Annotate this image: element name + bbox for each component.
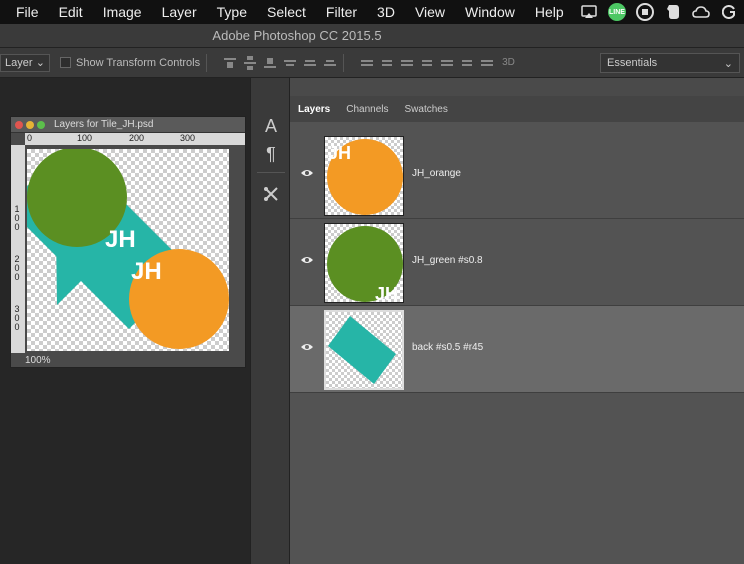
- window-titlebar: Adobe Photoshop CC 2015.5: [0, 24, 744, 48]
- menu-select[interactable]: Select: [257, 4, 316, 20]
- menu-filter[interactable]: Filter: [316, 4, 367, 20]
- thumbnail-monogram: JH: [328, 143, 351, 163]
- ruler-label: 300: [14, 304, 20, 332]
- ruler-label: 300: [180, 133, 196, 143]
- options-bar: Layer ⌄ Show Transform Controls 3D Essen…: [0, 48, 744, 78]
- orange-monogram: JH: [131, 258, 162, 285]
- menu-edit[interactable]: Edit: [49, 4, 93, 20]
- distribute-hcenter-icon[interactable]: [440, 56, 454, 70]
- document-titlebar[interactable]: Layers for Tile_JH.psd: [11, 117, 245, 133]
- menu-3d[interactable]: 3D: [367, 4, 405, 20]
- artwork: JH JH: [27, 149, 229, 349]
- document-window[interactable]: Layers for Tile_JH.psd 0 100 200 300 100…: [10, 116, 246, 368]
- zoom-level[interactable]: 100%: [25, 355, 51, 366]
- show-transform-checkbox[interactable]: [60, 57, 71, 68]
- workspace-value: Essentials: [607, 57, 658, 69]
- tab-layers[interactable]: Layers: [290, 104, 338, 115]
- menu-layer[interactable]: Layer: [152, 4, 207, 20]
- align-hcenter-icon[interactable]: [303, 56, 317, 70]
- ruler-label: 200: [14, 254, 20, 282]
- layer-thumbnail: JH: [324, 223, 404, 303]
- panel-tool-strip: A ¶: [250, 78, 290, 564]
- ruler-label: 200: [129, 133, 145, 143]
- layer-row[interactable]: JH JH_green #s0.8: [290, 219, 744, 306]
- tool-presets-icon[interactable]: [259, 182, 283, 206]
- chevron-down-icon: ⌄: [723, 57, 733, 70]
- ruler-label: 100: [14, 204, 20, 232]
- horizontal-ruler[interactable]: 0 100 200 300: [25, 133, 245, 145]
- menu-view[interactable]: View: [405, 4, 455, 20]
- document-canvas[interactable]: JH JH: [27, 149, 229, 351]
- minimize-icon[interactable]: [26, 120, 34, 129]
- auto-align-icon[interactable]: [480, 56, 494, 70]
- align-right-icon[interactable]: [323, 56, 337, 70]
- auto-select-dropdown[interactable]: Layer ⌄: [0, 53, 50, 72]
- align-top-icon[interactable]: [223, 56, 237, 70]
- menu-bar: File Edit Image Layer Type Select Filter…: [0, 0, 744, 24]
- close-icon[interactable]: [15, 120, 23, 129]
- divider: [206, 53, 208, 72]
- creative-cloud-icon[interactable]: [692, 3, 710, 21]
- menu-file[interactable]: File: [0, 4, 49, 20]
- ruler-label: 100: [77, 133, 93, 143]
- layer-row-selected[interactable]: back #s0.5 #r45: [290, 306, 744, 393]
- menu-help[interactable]: Help: [525, 4, 574, 20]
- distribute-right-icon[interactable]: [460, 56, 474, 70]
- green-monogram: JH: [105, 226, 136, 253]
- mode-3d-label: 3D: [502, 57, 515, 68]
- photoshop-screen: File Edit Image Layer Type Select Filter…: [0, 0, 744, 564]
- divider: [343, 53, 345, 72]
- layer-row[interactable]: JH JH_orange: [290, 132, 744, 219]
- cast-icon[interactable]: [580, 3, 598, 21]
- menu-type[interactable]: Type: [207, 4, 257, 20]
- layer-name[interactable]: back #s0.5 #r45: [412, 342, 483, 353]
- tab-swatches[interactable]: Swatches: [397, 104, 456, 115]
- g-icon[interactable]: [720, 3, 738, 21]
- evernote-icon[interactable]: [664, 3, 682, 21]
- layer-name[interactable]: JH_orange: [412, 168, 461, 179]
- visibility-eye-icon[interactable]: [300, 255, 314, 265]
- chevron-down-icon: ⌄: [35, 57, 45, 69]
- document-title: Layers for Tile_JH.psd: [54, 119, 154, 130]
- workspace-dropdown[interactable]: Essentials ⌄: [600, 53, 740, 73]
- align-left-icon[interactable]: [283, 56, 297, 70]
- panel-tab-bar: Layers Channels Swatches: [290, 78, 744, 122]
- distribute-vcenter-icon[interactable]: [380, 56, 394, 70]
- thumbnail-monogram: JH: [375, 284, 398, 303]
- layer-name[interactable]: JH_green #s0.8: [412, 255, 483, 266]
- distribute-bottom-icon[interactable]: [400, 56, 414, 70]
- distribute-left-icon[interactable]: [420, 56, 434, 70]
- ruler-label: 0: [27, 133, 33, 143]
- layer-thumbnail: JH: [324, 136, 404, 216]
- divider: [257, 172, 285, 173]
- align-buttons: [223, 55, 337, 70]
- tab-strip: Layers Channels Swatches: [290, 96, 744, 122]
- menu-extras: LINE: [580, 0, 738, 24]
- window-title: Adobe Photoshop CC 2015.5: [212, 28, 382, 43]
- auto-select-value: Layer: [5, 56, 33, 69]
- menu-image[interactable]: Image: [93, 4, 152, 20]
- line-icon[interactable]: LINE: [608, 3, 626, 21]
- distribute-top-icon[interactable]: [360, 56, 374, 70]
- character-panel-icon[interactable]: A: [259, 114, 283, 138]
- visibility-eye-icon[interactable]: [300, 168, 314, 178]
- layers-panel: Layers Channels Swatches JH JH_orange JH…: [290, 78, 744, 564]
- menu-window[interactable]: Window: [455, 4, 525, 20]
- tab-channels[interactable]: Channels: [338, 104, 396, 115]
- zoom-icon[interactable]: [37, 120, 45, 129]
- align-vcenter-icon[interactable]: [243, 55, 257, 70]
- visibility-eye-icon[interactable]: [300, 342, 314, 352]
- vertical-ruler[interactable]: 100 200 300: [11, 145, 25, 353]
- layer-thumbnail: [324, 310, 404, 390]
- show-transform-label: Show Transform Controls: [76, 56, 201, 69]
- align-bottom-icon[interactable]: [263, 56, 277, 70]
- distribute-buttons: [360, 56, 494, 70]
- stop-icon[interactable]: [636, 3, 654, 21]
- paragraph-panel-icon[interactable]: ¶: [259, 142, 283, 166]
